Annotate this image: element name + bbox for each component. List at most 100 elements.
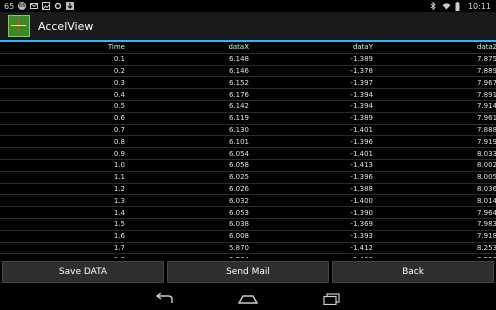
cell-datax: 6.054 — [125, 147, 249, 160]
data-table-scroll[interactable]: Time dataX dataY dataZ 0.1 6.148 -1.389 7.8… — [0, 42, 496, 258]
cell-datax: 6.142 — [125, 100, 249, 113]
table-row: 1.85.784-1.4088.223 — [0, 253, 496, 258]
cell-datax: 6.101 — [125, 135, 249, 149]
cell-datax: 5.784 — [125, 253, 249, 258]
app-notification-icon: 66 — [18, 2, 27, 10]
cell-dataz: 8.005 — [373, 171, 496, 184]
cell-dataz: 7.964 — [373, 206, 496, 219]
app-title: AccelView — [38, 19, 94, 33]
cell-time: 0.4 — [0, 88, 125, 101]
battery-icon — [455, 2, 463, 11]
cell-datay: -1.389 — [249, 53, 373, 66]
col-header-time: Time — [0, 42, 125, 54]
cell-datay: -1.397 — [249, 76, 373, 90]
cell-time: 0.8 — [0, 135, 125, 149]
cell-datax: 6.058 — [125, 159, 249, 172]
cell-datay: -1.388 — [249, 183, 373, 196]
cell-dataz: 7.875 — [373, 53, 496, 66]
recent-apps-icon[interactable] — [320, 292, 344, 306]
cell-dataz: 7.961 — [373, 112, 496, 125]
table-row: 0.9 6.054 -1.401 8.033 — [0, 147, 496, 160]
table-body: 0.1 6.148 -1.389 7.875 0.2 6.146 -1.378 7.889 0.… — [0, 53, 496, 258]
action-bar: AccelView — [0, 12, 496, 42]
cell-dataz: 7.983 — [373, 218, 496, 231]
cell-dataz: 7.889 — [373, 65, 496, 78]
cell-dataz: 8.253 — [373, 242, 496, 255]
col-header-datay: dataY — [249, 42, 373, 54]
table-row: 1.1 6.025 -1.396 8.005 — [0, 171, 496, 184]
cell-datax: 6.176 — [125, 88, 249, 101]
status-clock: 10:11 — [467, 1, 491, 11]
cell-dataz: 7.919 — [373, 135, 496, 149]
table-header-row: Time dataX dataY dataZ — [0, 42, 496, 54]
home-nav-icon[interactable] — [236, 292, 260, 306]
table-row: 1.2 6.026 -1.388 8.036 — [0, 183, 496, 196]
cell-dataz: 7.888 — [373, 124, 496, 137]
app-logo-icon — [8, 15, 30, 37]
cell-dataz: 7.967 — [373, 76, 496, 90]
col-header-datax: dataX — [125, 42, 249, 54]
cell-datax: 6.026 — [125, 183, 249, 196]
navigation-bar — [0, 287, 496, 310]
table-row: 1.7 5.870 -1.412 8.253 — [0, 242, 496, 255]
cell-datay: -1.390 — [249, 206, 373, 219]
save-data-button[interactable]: Save DATA — [2, 261, 164, 283]
button-row: Save DATA Send Mail Back — [0, 261, 496, 285]
settings-icon — [54, 2, 62, 10]
table-row: 1.4 6.053 -1.390 7.964 — [0, 206, 496, 219]
cell-dataz: 8.033 — [373, 147, 496, 160]
mail-icon — [30, 2, 39, 10]
cell-datay: -1.394 — [249, 88, 373, 101]
cell-time: 1.1 — [0, 171, 125, 184]
table-row: 0.7 6.130 -1.401 7.888 — [0, 124, 496, 137]
send-mail-button[interactable]: Send Mail — [167, 261, 329, 283]
cell-datay: -1.401 — [249, 147, 373, 160]
cell-dataz: 7.914 — [373, 100, 496, 113]
cell-time: 0.3 — [0, 76, 125, 90]
cell-time: 0.7 — [0, 124, 125, 137]
table-row: 0.2 6.146 -1.378 7.889 — [0, 65, 496, 78]
back-nav-icon[interactable] — [152, 292, 176, 306]
cell-dataz: 8.223 — [373, 253, 496, 258]
cell-time: 1.3 — [0, 194, 125, 208]
wifi-icon — [442, 2, 451, 10]
cell-time: 1.7 — [0, 242, 125, 255]
back-button[interactable]: Back — [332, 261, 494, 283]
cell-time: 0.1 — [0, 53, 125, 66]
cell-datax: 5.870 — [125, 242, 249, 255]
cell-datay: -1.413 — [249, 159, 373, 172]
cell-time: 0.5 — [0, 100, 125, 113]
cell-time: 1.5 — [0, 218, 125, 231]
cell-datax: 6.032 — [125, 194, 249, 208]
cell-datay: -1.412 — [249, 242, 373, 255]
cell-datay: -1.389 — [249, 112, 373, 125]
cell-time: 0.9 — [0, 147, 125, 160]
cell-datay: -1.408 — [249, 253, 373, 258]
cell-time: 1.4 — [0, 206, 125, 219]
cell-datay: -1.396 — [249, 135, 373, 149]
cell-datax: 6.146 — [125, 65, 249, 78]
cell-datay: -1.394 — [249, 100, 373, 113]
cell-dataz: 8.036 — [373, 183, 496, 196]
cell-datax: 6.119 — [125, 112, 249, 125]
cell-dataz: 7.918 — [373, 230, 496, 243]
table-row: 1.6 6.008 -1.393 7.918 — [0, 230, 496, 243]
cell-datax: 6.053 — [125, 206, 249, 219]
cell-datay: -1.393 — [249, 230, 373, 243]
table-row: 0.4 6.176 -1.394 7.891 — [0, 88, 496, 101]
table-row: 1.3 6.032 -1.400 8.014 — [0, 194, 496, 208]
cell-time: 1.6 — [0, 230, 125, 243]
cell-datax: 6.148 — [125, 53, 249, 66]
table-row: 0.5 6.142 -1.394 7.914 — [0, 100, 496, 113]
status-bar: 65 66 10:11 — [0, 0, 496, 12]
cell-time: 0.2 — [0, 65, 125, 78]
status-bar-right: 10:11 — [429, 1, 496, 11]
cell-dataz: 8.002 — [373, 159, 496, 172]
table-row: 1.5 6.038 -1.369 7.983 — [0, 218, 496, 231]
cell-dataz: 7.891 — [373, 88, 496, 101]
cell-datax: 6.008 — [125, 230, 249, 243]
cell-datax: 6.038 — [125, 218, 249, 231]
table-row: 0.1 6.148 -1.389 7.875 — [0, 53, 496, 66]
status-text: 65 — [4, 1, 15, 11]
table-row: 0.6 6.119 -1.389 7.961 — [0, 112, 496, 125]
